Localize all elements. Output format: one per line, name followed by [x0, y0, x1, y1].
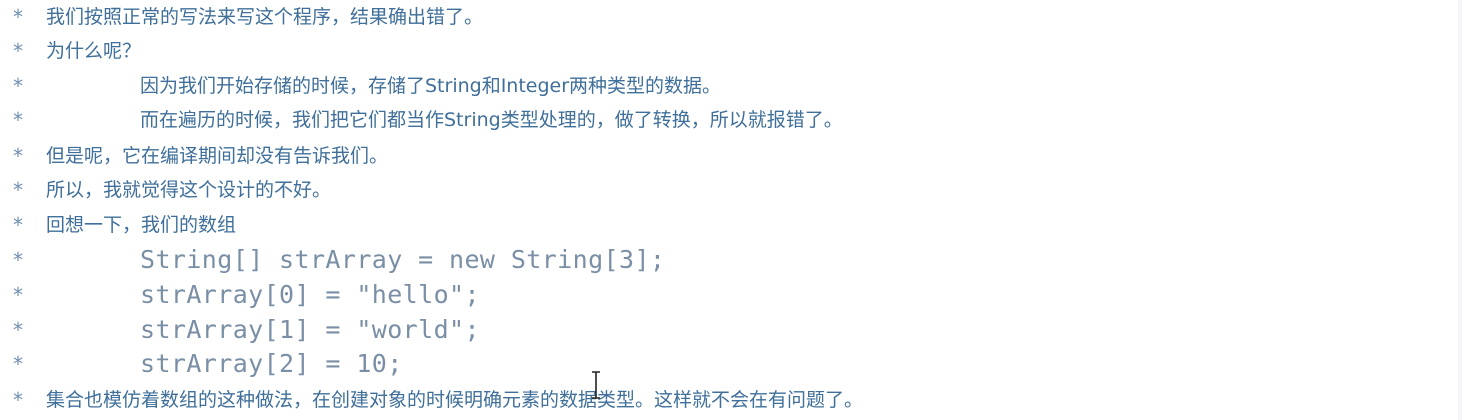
comment-text: 我们按照正常的写法来写这个程序，结果确出错了。: [46, 6, 484, 28]
comment-line: * 而在遍历的时候，我们把它们都当作String类型处理的，做了转换，所以就报错…: [0, 103, 1462, 137]
comment-star: *: [12, 388, 25, 412]
text-cursor-icon: [591, 371, 601, 399]
comment-star: *: [12, 39, 25, 63]
scrollbar-edge[interactable]: [1458, 0, 1462, 420]
code-line: * String[] strArray = new String[3];: [0, 243, 1462, 277]
comment-text: 回想一下，我们的数组: [46, 214, 237, 236]
code-line: * strArray[2] = 10;: [0, 347, 1462, 381]
comment-line: * 因为我们开始存储的时候，存储了String和Integer两种类型的数据。: [0, 69, 1462, 103]
comment-line: * 集合也模仿着数组的这种做法，在创建对象的时候明确元素的数据类型。这样就不会在…: [0, 383, 1462, 417]
comment-line: * 但是呢，它在编译期间却没有告诉我们。: [0, 139, 1462, 173]
comment-text: 集合也模仿着数组的这种做法，在创建对象的时候明确元素的数据类型。这样就不会在有问…: [46, 389, 864, 411]
code-text: String[] strArray = new String[3];: [140, 245, 666, 274]
comment-line: * 为什么呢？: [0, 34, 1462, 68]
comment-text: 但是呢，它在编译期间却没有告诉我们。: [46, 145, 389, 167]
comment-star: *: [12, 178, 25, 202]
code-text: strArray[0] = "hello";: [140, 280, 480, 309]
comment-star: *: [12, 352, 25, 376]
comment-star: *: [12, 318, 25, 342]
code-text: strArray[1] = "world";: [140, 315, 480, 344]
comment-text: 所以，我就觉得这个设计的不好。: [46, 179, 332, 201]
comment-star: *: [12, 74, 25, 98]
comment-text: 为什么呢？: [46, 40, 142, 62]
comment-star: *: [12, 108, 25, 132]
comment-line: * 我们按照正常的写法来写这个程序，结果确出错了。: [0, 0, 1462, 34]
comment-line: * 回想一下，我们的数组: [0, 208, 1462, 242]
comment-text: 而在遍历的时候，我们把它们都当作String类型处理的，做了转换，所以就报错了。: [140, 109, 843, 131]
comment-star: *: [12, 283, 25, 307]
code-line: * strArray[0] = "hello";: [0, 278, 1462, 312]
comment-star: *: [12, 213, 25, 237]
code-text: strArray[2] = 10;: [140, 349, 403, 378]
comment-line: * 所以，我就觉得这个设计的不好。: [0, 173, 1462, 207]
comment-star: *: [12, 144, 25, 168]
comment-text: 因为我们开始存储的时候，存储了String和Integer两种类型的数据。: [140, 75, 722, 97]
code-comment-editor[interactable]: * 我们按照正常的写法来写这个程序，结果确出错了。 * 为什么呢？ * 因为我们…: [0, 0, 1462, 420]
comment-star: *: [12, 5, 25, 29]
comment-star: *: [12, 248, 25, 272]
code-line: * strArray[1] = "world";: [0, 313, 1462, 347]
